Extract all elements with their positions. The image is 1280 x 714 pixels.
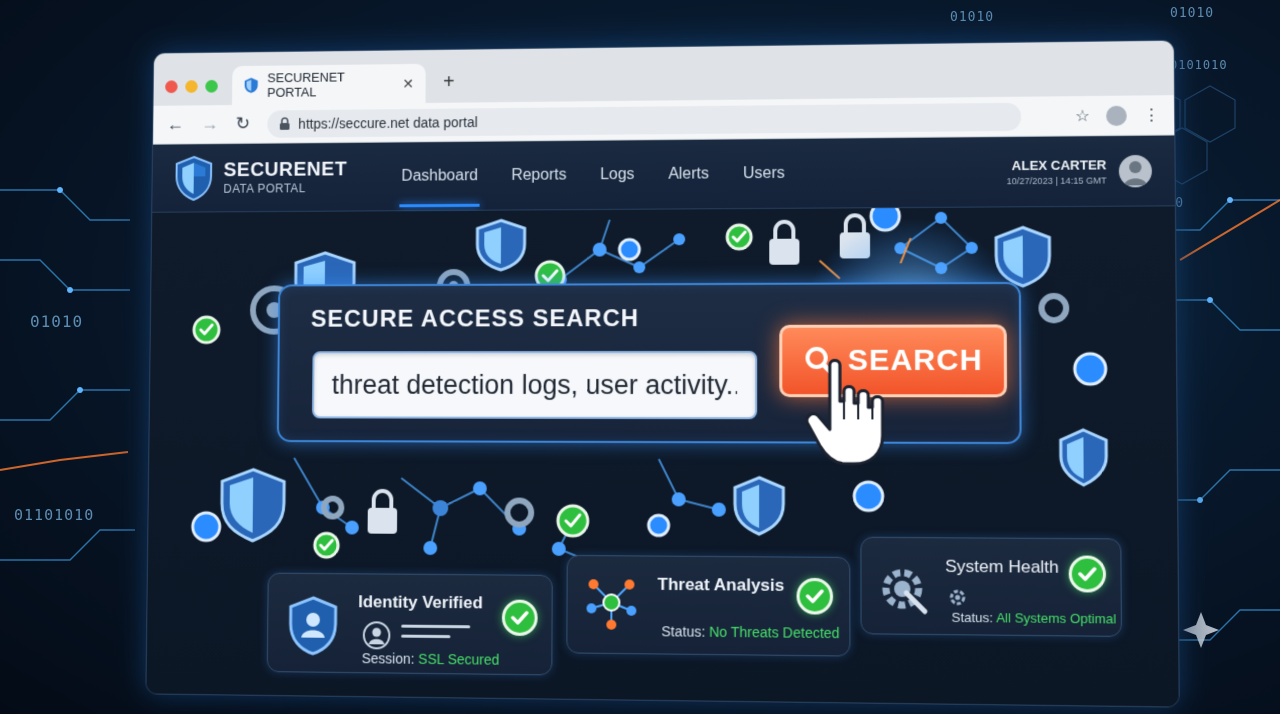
new-tab-button[interactable]: + [443,71,455,94]
star-icon[interactable]: ☆ [1075,106,1090,126]
user-name: ALEX CARTER [1007,157,1107,173]
network-icon [583,574,639,631]
close-tab-icon[interactable]: ✕ [402,75,414,92]
profile-icon[interactable] [1106,105,1127,125]
maximize-window-button[interactable] [205,80,218,93]
url-field[interactable]: https://seccure.net data portal [267,102,1021,137]
forward-arrow-icon[interactable]: → [201,114,218,135]
system-health-status: Status: All Systems Optimal [951,610,1116,627]
search-title: SECURE ACCESS SEARCH [311,305,639,333]
url-text: https://seccure.net data portal [298,114,477,131]
binary-text: 01010 [1170,6,1214,21]
check-icon [1069,555,1106,592]
identity-card-title: Identity Verified [358,592,483,613]
shield-user-icon [287,596,338,656]
back-arrow-icon[interactable]: ← [167,114,184,135]
nav-item-users[interactable]: Users [743,164,785,182]
user-icon [1119,154,1152,187]
system-health-card-title: System Health [945,557,1059,578]
nav-item-dashboard[interactable]: Dashboard [401,167,478,185]
binary-text: 01010 [30,312,83,331]
user-info: ALEX CARTER 10/27/2023 | 14:15 GMT [1007,157,1107,186]
threat-card-title: Threat Analysis [657,575,784,596]
identity-card[interactable]: Identity Verified Session: SSL Secured [267,573,553,676]
status-prefix: Status: [661,623,705,640]
status-prefix: Session: [362,650,415,667]
tab-bar: SECURENET PORTAL ✕ + [153,41,1174,106]
user-icon [362,620,392,650]
identity-status: Session: SSL Secured [362,650,500,668]
binary-text: 01101010 [14,506,94,524]
nav-item-alerts[interactable]: Alerts [668,165,709,183]
nav-item-reports[interactable]: Reports [511,166,566,184]
dashboard-content: SECURE ACCESS SEARCH SEARCH Identity Ver… [146,206,1178,706]
threat-card[interactable]: Threat Analysis Status: No Threats Detec… [566,555,850,657]
decor-line [401,635,450,639]
tab-title: SECURENET PORTAL [267,69,394,100]
search-input[interactable] [312,351,757,419]
browser-tab[interactable]: SECURENET PORTAL ✕ [232,64,426,105]
shield-logo-icon [173,154,214,201]
gear-icon [947,587,968,608]
system-health-card[interactable]: System Health Status: All Systems Optima… [860,537,1122,637]
brand-subtitle: DATA PORTAL [223,181,347,196]
brand[interactable]: SECURENET DATA PORTAL [173,153,347,201]
app-header: SECURENET DATA PORTAL Dashboard Reports … [152,136,1175,213]
binary-text: 01010 [950,10,994,25]
status-value: SSL Secured [418,651,499,668]
user-timestamp: 10/27/2023 | 14:15 GMT [1007,175,1107,186]
check-icon [797,578,834,615]
check-icon [502,600,538,636]
close-window-button[interactable] [165,80,178,93]
lock-icon [279,117,291,131]
gear-wrench-icon [876,560,935,620]
binary-text: 0101010 [1170,58,1228,72]
decor-line [401,625,470,629]
nav-item-logs[interactable]: Logs [600,166,634,184]
brand-title: SECURENET [223,159,347,182]
shield-icon [244,77,259,95]
threat-status: Status: No Threats Detected [661,623,839,641]
status-prefix: Status: [951,610,993,626]
browser-window: SECURENET PORTAL ✕ + ← → ↻ https://seccu… [145,40,1179,708]
status-value: No Threats Detected [709,624,839,642]
avatar[interactable] [1119,154,1152,187]
hand-cursor-icon [801,357,892,468]
reload-icon[interactable]: ↻ [236,114,251,135]
menu-icon[interactable]: ⋮ [1143,105,1160,125]
status-value: All Systems Optimal [996,610,1116,627]
minimize-window-button[interactable] [185,80,198,93]
search-panel: SECURE ACCESS SEARCH SEARCH [277,282,1022,444]
main-nav: Dashboard Reports Logs Alerts Users [401,164,785,185]
window-controls [165,80,218,93]
